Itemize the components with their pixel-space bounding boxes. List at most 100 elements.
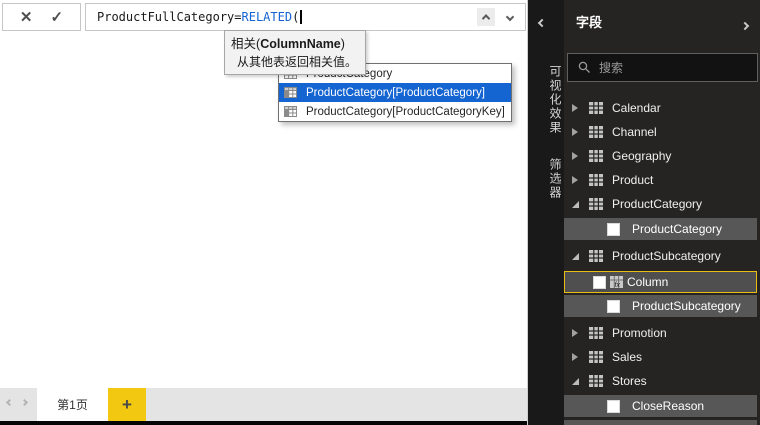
bottom-edge xyxy=(0,421,527,425)
search-icon xyxy=(578,61,591,74)
expand-arrow-icon[interactable] xyxy=(572,353,578,361)
table-icon xyxy=(589,351,603,363)
table-label: ProductCategory xyxy=(612,197,702,211)
add-page-button[interactable]: + xyxy=(108,388,146,421)
intellisense-tooltip: 相关(ColumnName) 从其他表返回相关值。 xyxy=(224,30,366,75)
tab-filters[interactable]: 筛选器 xyxy=(528,146,564,212)
tooltip-close-paren: ) xyxy=(341,37,345,51)
next-page-icon[interactable] xyxy=(21,399,28,406)
field-checkbox[interactable] xyxy=(607,223,620,236)
table-icon xyxy=(589,174,603,186)
table-row-stores[interactable]: Stores xyxy=(564,369,760,393)
text-caret xyxy=(300,10,302,24)
tooltip-description: 从其他表返回相关值。 xyxy=(231,53,357,70)
field-label: Column xyxy=(627,275,668,289)
table-icon xyxy=(589,198,603,210)
report-canvas: ✕ ✓ ProductFullCategory=RELATED( 相关(Colu… xyxy=(0,0,528,425)
formula-collapse-button[interactable] xyxy=(501,8,519,26)
fields-panel-header: 字段 xyxy=(564,0,760,40)
field-checkbox[interactable] xyxy=(593,276,606,289)
formula-input[interactable]: ProductFullCategory=RELATED( xyxy=(85,3,526,31)
table-row-channel[interactable]: Channel xyxy=(564,120,760,144)
page-tab-bar: 第1页 + xyxy=(0,388,527,421)
fields-search-box xyxy=(567,53,758,82)
table-row-product[interactable]: Product xyxy=(564,168,760,192)
suggestion-label: ProductCategory[ProductCategoryKey] xyxy=(306,106,505,118)
table-icon xyxy=(589,327,603,339)
table-row-promotion[interactable]: Promotion xyxy=(564,321,760,345)
field-label: CloseReason xyxy=(632,399,704,413)
calculated-column-icon: fx xyxy=(610,276,623,288)
table-label: Promotion xyxy=(612,326,667,340)
page-nav-arrows xyxy=(7,400,27,405)
expand-arrow-icon[interactable] xyxy=(572,128,578,136)
table-icon xyxy=(589,250,603,262)
table-label: Channel xyxy=(612,125,657,139)
chevron-left-icon xyxy=(538,19,546,27)
table-icon xyxy=(589,375,603,387)
fields-tree: Calendar Channel Geography xyxy=(564,96,760,425)
column-icon xyxy=(284,87,297,98)
tooltip-param-name: ColumnName xyxy=(260,37,341,51)
svg-text:fx: fx xyxy=(615,282,621,288)
tooltip-function-name: 相关 xyxy=(231,37,256,51)
side-pane-strip: 可视化效果 筛选器 xyxy=(528,0,564,425)
collapse-fields-pane-button[interactable] xyxy=(742,16,748,34)
table-label: Geography xyxy=(612,149,671,163)
table-label: Stores xyxy=(612,374,647,388)
table-row-productcategory[interactable]: ProductCategory xyxy=(564,192,760,216)
formula-keyword: RELATED xyxy=(242,10,293,24)
expand-arrow-icon[interactable] xyxy=(572,176,578,184)
expand-arrow-icon[interactable] xyxy=(572,152,578,160)
formula-bar-resize-controls xyxy=(477,8,519,26)
table-row-calendar[interactable]: Calendar xyxy=(564,96,760,120)
collapse-arrow-icon[interactable] xyxy=(572,201,579,208)
fields-panel-title: 字段 xyxy=(576,12,602,31)
table-label: Product xyxy=(612,173,653,187)
field-row-closereason[interactable]: CloseReason xyxy=(564,395,757,417)
suggestion-item-selected[interactable]: ProductCategory[ProductCategory] xyxy=(279,83,511,102)
table-label: Sales xyxy=(612,350,642,364)
collapse-arrow-icon[interactable] xyxy=(572,378,579,385)
fields-panel: 字段 Calendar xyxy=(564,0,760,425)
column-icon xyxy=(284,106,297,117)
suggestion-label: ProductCategory[ProductCategory] xyxy=(306,87,485,99)
table-label: Calendar xyxy=(612,101,661,115)
tab-visualizations[interactable]: 可视化效果 xyxy=(528,52,564,148)
suggestion-item[interactable]: ProductCategory[ProductCategoryKey] xyxy=(279,102,511,121)
commit-formula-icon[interactable]: ✓ xyxy=(51,8,64,26)
expand-arrow-icon[interactable] xyxy=(572,329,578,337)
chevron-up-icon xyxy=(482,14,490,22)
prev-page-icon[interactable] xyxy=(6,399,13,406)
page-tab-active[interactable]: 第1页 xyxy=(37,388,108,421)
table-icon xyxy=(589,150,603,162)
expand-arrow-icon[interactable] xyxy=(572,104,578,112)
collapse-arrow-icon[interactable] xyxy=(572,253,579,260)
field-label: ProductCategory xyxy=(632,222,722,236)
formula-action-buttons: ✕ ✓ xyxy=(2,3,81,31)
expand-pane-button[interactable] xyxy=(539,13,545,31)
chevron-down-icon xyxy=(506,13,514,21)
table-icon xyxy=(589,102,603,114)
field-checkbox[interactable] xyxy=(607,400,620,413)
powerbi-report-view: ✕ ✓ ProductFullCategory=RELATED( 相关(Colu… xyxy=(0,0,760,425)
table-row-sales[interactable]: Sales xyxy=(564,345,760,369)
cancel-formula-icon[interactable]: ✕ xyxy=(20,8,33,26)
search-input[interactable] xyxy=(599,61,739,75)
formula-expression: ProductFullCategory=RELATED( xyxy=(97,10,302,25)
chevron-right-icon xyxy=(741,22,749,30)
table-icon xyxy=(589,126,603,138)
formula-expand-button[interactable] xyxy=(477,8,495,26)
table-row-productsubcategory[interactable]: ProductSubcategory xyxy=(564,244,760,268)
field-row-productcategory[interactable]: ProductCategory xyxy=(564,218,757,240)
table-row-geography[interactable]: Geography xyxy=(564,144,760,168)
field-row-partial xyxy=(564,420,757,425)
field-row-new-column[interactable]: fx Column xyxy=(564,271,757,293)
table-label: ProductSubcategory xyxy=(612,249,721,263)
field-row-productsubcategory[interactable]: ProductSubcategory xyxy=(564,295,757,317)
formula-paren: ( xyxy=(292,10,299,24)
formula-lhs: ProductFullCategory= xyxy=(97,10,242,24)
field-label: ProductSubcategory xyxy=(632,299,741,313)
tooltip-signature: 相关(ColumnName) xyxy=(231,33,357,52)
field-checkbox[interactable] xyxy=(607,300,620,313)
